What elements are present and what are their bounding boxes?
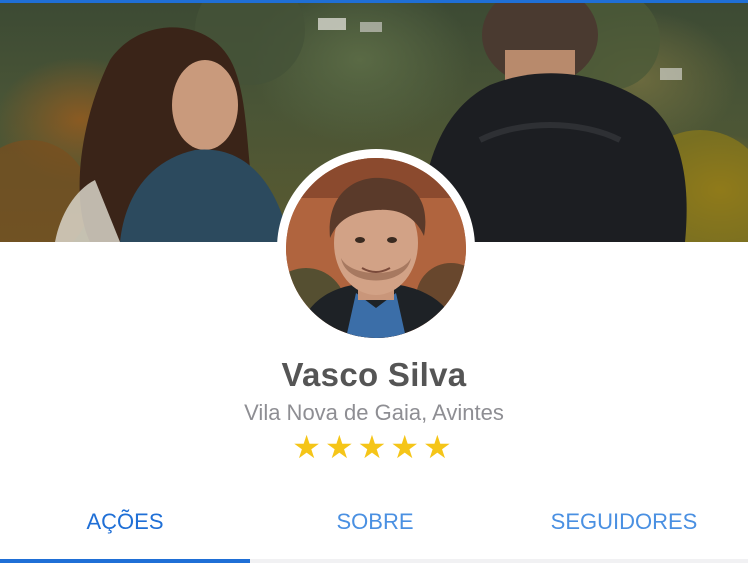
profile-name: Vasco Silva — [281, 356, 467, 393]
tab-acoes[interactable]: AÇÕES — [0, 492, 250, 552]
profile-tabs: AÇÕES SOBRE SEGUIDORES — [0, 492, 748, 566]
tab-seguidores[interactable]: SEGUIDORES — [500, 492, 748, 552]
profile-avatar[interactable] — [277, 149, 475, 347]
top-accent-bar — [0, 0, 748, 3]
star-icon: ★★★★★ — [292, 428, 456, 466]
avatar-photo — [286, 158, 466, 338]
rating-stars: ★★★★★ — [0, 428, 748, 466]
profile-location: Vila Nova de Gaia, Avintes — [244, 400, 504, 425]
avatar-photo-art — [286, 158, 466, 338]
tab-active-indicator — [0, 559, 250, 563]
tab-sobre[interactable]: SOBRE — [250, 492, 500, 552]
